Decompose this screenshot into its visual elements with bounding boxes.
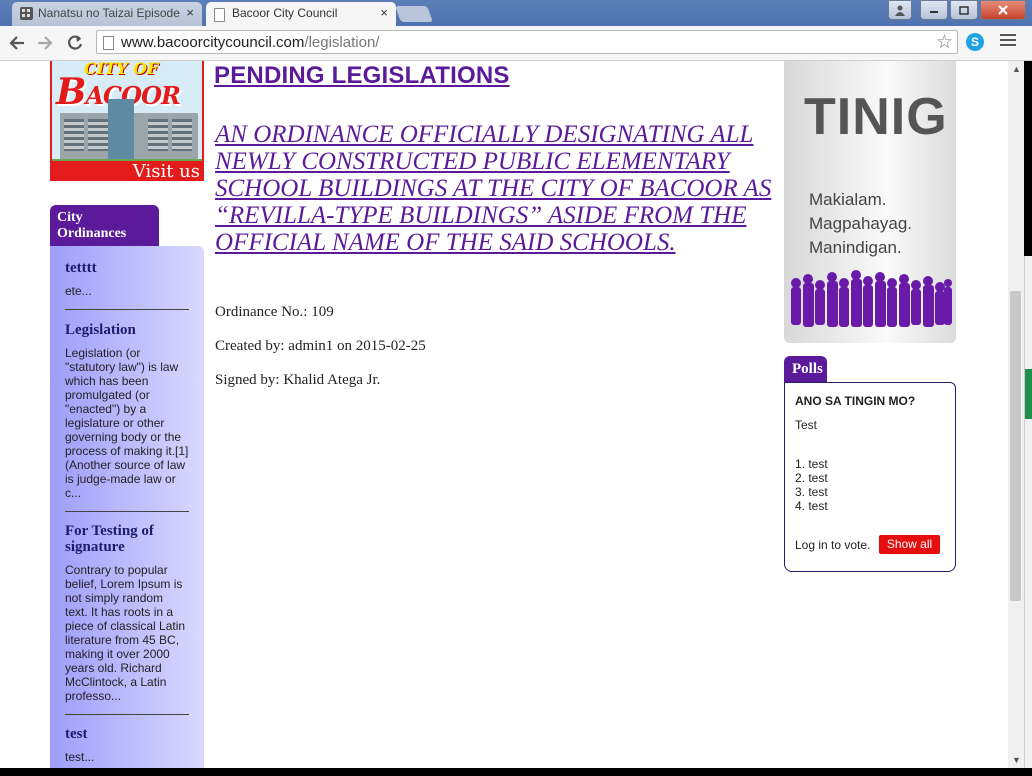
city-hall-tower [108, 99, 134, 159]
restore-button[interactable] [950, 0, 978, 20]
list-item[interactable]: For Testing of signature Contrary to pop… [65, 523, 189, 703]
skype-extension-icon[interactable]: S [966, 33, 984, 51]
visit-us-label: Visit us [52, 161, 202, 179]
poll-options: 1. test 2. test 3. test 4. test [795, 457, 828, 513]
city-of-bacoor-banner[interactable]: CITY OF BACOOR Visit us [50, 61, 204, 181]
poll-option: 1. test [795, 457, 828, 471]
bookmark-star-icon[interactable]: ☆ [936, 31, 953, 54]
list-item-title[interactable]: test [65, 726, 189, 742]
poll-description: Test [795, 418, 818, 432]
sidebar-tab-city-ordinances[interactable]: City Ordinances [50, 205, 159, 246]
divider [65, 714, 189, 715]
page-icon [214, 8, 225, 22]
minimize-button[interactable] [920, 0, 948, 20]
hamburger-menu-icon[interactable] [1000, 34, 1016, 48]
list-item-excerpt: Contrary to popular belief, Lorem Ipsum … [65, 563, 186, 703]
url-text: www.bacoorcitycouncil.com/legislation/ [121, 34, 380, 51]
polls-widget: ANO SA TINGIN MO? Test 1. test 2. test 3… [784, 382, 956, 572]
browser-tab-active[interactable]: Bacoor City Council × [206, 2, 396, 26]
signed-by: Signed by: Khalid Atega Jr. [215, 372, 381, 388]
sidebar-ordinances-list: tetttt ete... Legislation Legislation (o… [50, 246, 204, 768]
list-item-title[interactable]: For Testing of signature [65, 523, 189, 555]
scroll-up-icon[interactable]: ▲ [1012, 64, 1021, 74]
created-by: Created by: admin1 on 2015-02-25 [215, 338, 426, 354]
poll-question: ANO SA TINGIN MO? [795, 394, 916, 408]
tinig-line: Magpahayag. [809, 214, 913, 233]
back-arrow-icon[interactable] [6, 32, 28, 54]
close-tab-icon[interactable]: × [186, 5, 194, 20]
tinig-title: TINIG [804, 88, 948, 146]
vertical-scrollbar[interactable]: ▲ ▼ [1008, 61, 1024, 768]
list-item-excerpt: ete... [65, 284, 92, 298]
list-item-title[interactable]: Legislation [65, 322, 189, 338]
login-to-vote-link[interactable]: Log in to vote. [795, 538, 870, 552]
crowd-silhouette-icon [791, 270, 952, 327]
tab-title: Bacoor City Council [232, 6, 338, 20]
user-profile-icon[interactable] [888, 0, 912, 20]
tab-title: Nanatsu no Taizai Episode [38, 6, 180, 20]
page-viewport: CITY OF BACOOR Visit us City Ordinances … [0, 61, 1008, 768]
ordinance-title-link[interactable]: AN ORDINANCE OFFICIALLY DESIGNATING ALL … [215, 121, 775, 256]
close-tab-icon[interactable]: × [380, 5, 388, 20]
page-title[interactable]: PENDING LEGISLATIONS [214, 62, 510, 90]
address-bar[interactable]: www.bacoorcitycouncil.com/legislation/ ☆ [96, 30, 958, 54]
ordinance-number: Ordinance No.: 109 [215, 304, 334, 320]
poll-option: 4. test [795, 499, 828, 513]
poll-option: 3. test [795, 485, 828, 499]
polls-tab[interactable]: Polls [784, 356, 827, 382]
new-tab-button[interactable] [395, 6, 433, 22]
window-controls [888, 0, 1026, 20]
list-item[interactable]: Legislation Legislation (or "statutory l… [65, 322, 189, 500]
taskbar-edge [0, 768, 1032, 776]
poll-option: 2. test [795, 471, 828, 485]
browser-toolbar: www.bacoorcitycouncil.com/legislation/ ☆… [0, 26, 1032, 61]
list-item-excerpt: test... [65, 750, 95, 764]
background-window-edge [1024, 61, 1032, 768]
forward-arrow-icon[interactable] [34, 32, 56, 54]
list-item[interactable]: test test... [65, 726, 189, 764]
show-all-button[interactable]: Show all [879, 535, 940, 554]
scrollbar-thumb[interactable] [1010, 291, 1021, 601]
list-item-title[interactable]: tetttt [65, 260, 189, 276]
list-item-excerpt: Legislation (or "statutory law") is law … [65, 346, 189, 500]
browser-tab-inactive[interactable]: Nanatsu no Taizai Episode × [12, 2, 202, 26]
close-window-button[interactable] [980, 0, 1026, 20]
tinig-banner[interactable]: TINIG Makialam. Magpahayag. Manindigan. [784, 61, 956, 343]
tinig-line: Manindigan. [809, 238, 902, 257]
list-item[interactable]: tetttt ete... [65, 260, 189, 298]
divider [65, 309, 189, 310]
app-grid-icon [20, 7, 33, 20]
divider [65, 511, 189, 512]
scroll-down-icon[interactable]: ▼ [1012, 755, 1021, 765]
tinig-line: Makialam. [809, 190, 887, 209]
browser-tab-strip: Nanatsu no Taizai Episode × Bacoor City … [0, 0, 1032, 26]
reload-icon[interactable] [64, 32, 86, 54]
page-icon [103, 36, 114, 50]
